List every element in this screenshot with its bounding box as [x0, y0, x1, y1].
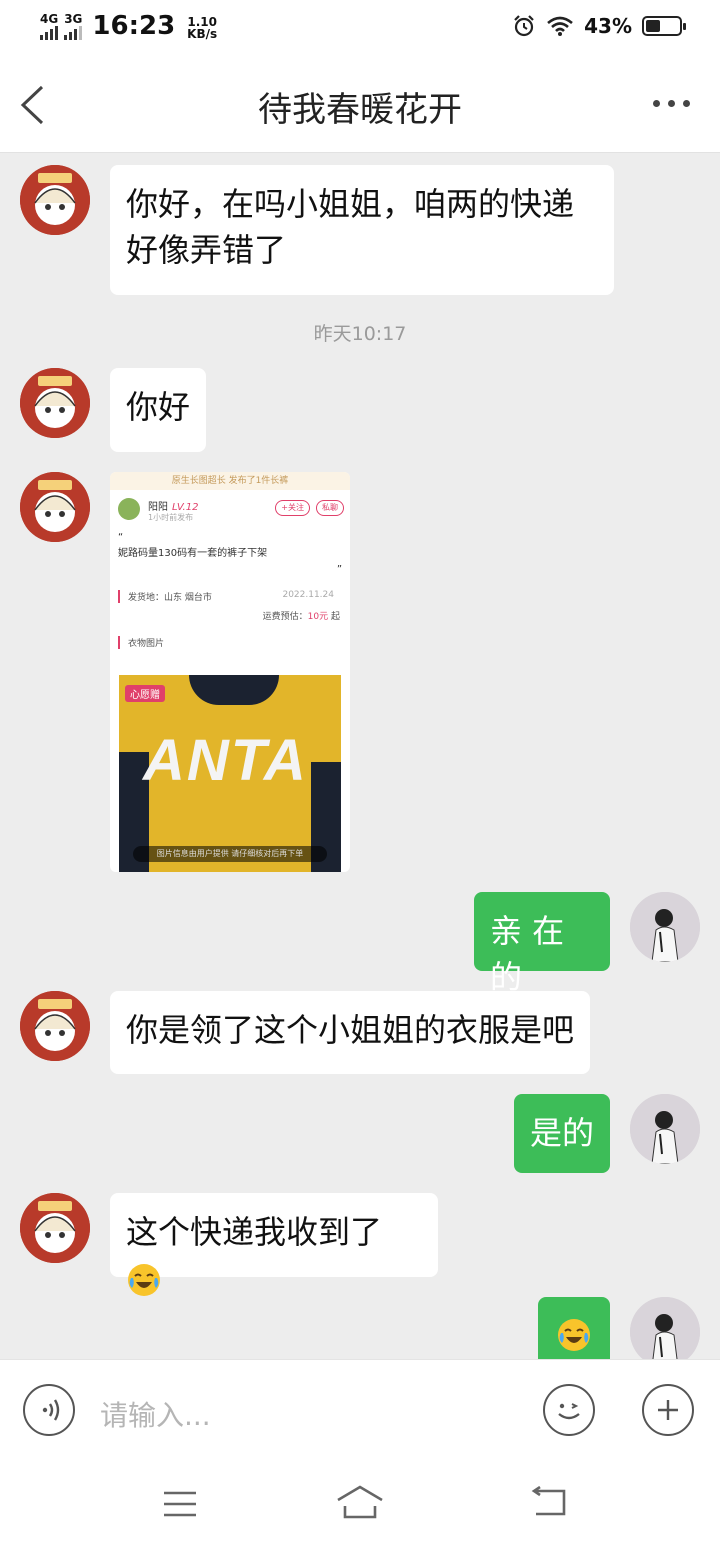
message-timestamp: 昨天10:17 [313, 323, 407, 345]
home-icon[interactable] [336, 1484, 384, 1520]
network-4g-label: 4G [40, 12, 59, 26]
speed-unit: KB/s [187, 27, 218, 41]
alarm-icon [514, 15, 534, 37]
message-bubble[interactable]: 你好，在吗小姐姐，咱两的快递 好像弄错了 [110, 165, 614, 295]
network-speed: 1.10 KB/s [187, 16, 217, 40]
network-4g: 4G [40, 13, 58, 40]
battery-percent: 43% [584, 14, 632, 38]
crying-laughing-emoji-icon [558, 1319, 590, 1351]
photo-caption: 图片信息由用户提供 请仔细核对后再下单 [133, 846, 327, 862]
avatar-cartoon-icon [20, 368, 90, 438]
message-bubble[interactable]: 这个快递我收到了 [110, 1193, 438, 1296]
network-3g: 3G [64, 13, 82, 40]
back-icon[interactable] [530, 1486, 568, 1518]
emoji-button[interactable] [543, 1384, 595, 1436]
more-actions-button[interactable] [642, 1384, 694, 1436]
contact-avatar[interactable] [20, 472, 90, 542]
my-message-bubble[interactable] [538, 1297, 610, 1359]
message-bubble[interactable]: 你好 [110, 368, 206, 452]
signal-icon [40, 26, 58, 40]
screenshot-user-avatar [118, 498, 140, 520]
my-avatar[interactable] [630, 1094, 700, 1164]
message-input-bar: 请输入... [0, 1359, 720, 1465]
screenshot-photos-label: 衣物图片 [118, 636, 342, 649]
message-text: 好像弄错了 [126, 231, 287, 269]
my-message-bubble[interactable]: 是的 [514, 1094, 610, 1173]
message-list[interactable]: 你好，在吗小姐姐，咱两的快递 好像弄错了 昨天10:17 你好 原生长图超长 发… [0, 153, 720, 1359]
status-bar: 4G 3G 16:23 1.10 KB/s 43% [0, 0, 720, 58]
smiley-icon [558, 1403, 580, 1420]
avatar-photo-icon [630, 892, 700, 962]
network-3g-label: 3G [64, 12, 83, 26]
screenshot-chat-button: 私聊 [316, 500, 344, 516]
avatar-cartoon-icon [20, 472, 90, 542]
message-text: 你好 [126, 388, 191, 426]
chat-title: 待我春暖花开 [258, 90, 462, 130]
contact-avatar[interactable] [20, 991, 90, 1061]
more-options-icon[interactable] [653, 100, 690, 107]
screenshot-ship-date: 2022.11.24 [282, 590, 334, 600]
avatar-cartoon-icon [20, 991, 90, 1061]
message-bubble[interactable]: 你是领了这个小姐姐的衣服是吧 [110, 991, 590, 1074]
my-avatar[interactable] [630, 1297, 700, 1359]
screenshot-user-name: 阳阳 LV.12 [148, 502, 199, 513]
sweatshirt-photo: ANTA 心愿赠 图片信息由用户提供 请仔细核对后再下单 [119, 675, 341, 872]
screenshot-quote: “妮路码量130码有一套的裤子下架” [118, 532, 342, 575]
plus-icon [658, 1400, 678, 1420]
avatar-photo-icon [630, 1297, 700, 1359]
menu-icon[interactable] [163, 1490, 197, 1518]
photo-brand-text: ANTA [143, 728, 308, 793]
message-text: 这个快递我收到了 [126, 1213, 383, 1251]
my-message-bubble[interactable]: 亲 在的 [474, 892, 610, 996]
screenshot-top-note: 原生长图超长 发布了1件长裤 [110, 472, 350, 490]
screenshot-post-time: 1小时前发布 [148, 513, 194, 522]
message-text: 你好，在吗小姐姐，咱两的快递 [126, 185, 575, 223]
message-text: 你是领了这个小姐姐的衣服是吧 [126, 1011, 575, 1049]
screenshot-ship-from: 发货地：山东 烟台市 2022.11.24 [118, 590, 342, 603]
crying-laughing-emoji-icon [128, 1264, 160, 1296]
battery-icon [642, 16, 686, 36]
clock: 16:23 [92, 11, 176, 41]
voice-icon [42, 1399, 60, 1421]
photo-tag: 心愿赠 [125, 685, 165, 702]
screenshot-fee: 运费预估：10元 起 [262, 612, 340, 622]
system-nav-bar [0, 1464, 720, 1544]
avatar-photo-icon [630, 1094, 700, 1164]
contact-avatar[interactable] [20, 1193, 90, 1263]
wifi-icon [547, 16, 573, 36]
message-input[interactable]: 请输入... [100, 1394, 211, 1434]
message-text: 亲 在的 [490, 912, 565, 996]
shared-screenshot-image[interactable]: 原生长图超长 发布了1件长裤 阳阳 LV.12 1小时前发布 +关注 私聊 “妮路… [110, 472, 350, 872]
avatar-cartoon-icon [20, 1193, 90, 1263]
signal-icon [64, 26, 83, 40]
avatar-cartoon-icon [20, 165, 90, 235]
screenshot-follow-button: +关注 [275, 500, 310, 516]
message-text: 是的 [530, 1114, 595, 1152]
voice-input-button[interactable] [23, 1384, 75, 1436]
contact-avatar[interactable] [20, 368, 90, 438]
contact-avatar[interactable] [20, 165, 90, 235]
my-avatar[interactable] [630, 892, 700, 962]
screenshot-fee-value: 10元 [307, 612, 329, 622]
chat-header: 待我春暖花开 [0, 58, 720, 153]
